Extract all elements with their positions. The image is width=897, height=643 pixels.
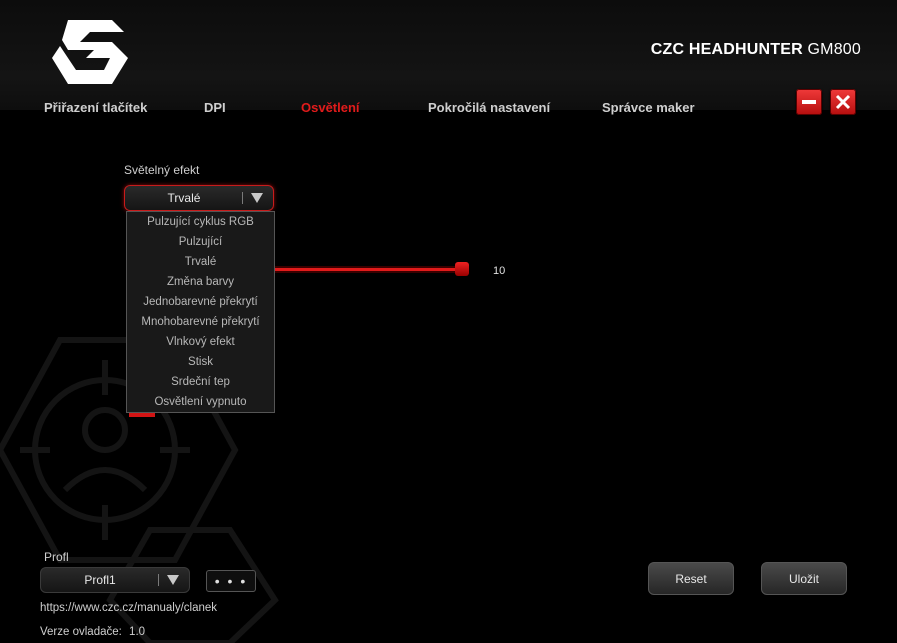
lighting-effect-select[interactable]: Trvalé bbox=[124, 185, 274, 211]
select-separator bbox=[158, 574, 159, 586]
brand-title: CZC HEADHUNTER GM800 bbox=[651, 41, 861, 59]
tab-dpi[interactable]: DPI bbox=[204, 100, 226, 115]
select-separator bbox=[242, 192, 243, 204]
brightness-slider-fill bbox=[272, 268, 457, 271]
chevron-down-icon bbox=[251, 193, 263, 203]
brand-name: CZC HEADHUNTER bbox=[650, 41, 803, 58]
dropdown-option[interactable]: Stisk bbox=[127, 352, 274, 372]
profile-select-value: Profl1 bbox=[84, 573, 116, 587]
driver-version: Verze ovladače: 1.0 bbox=[40, 626, 145, 638]
tab-lighting[interactable]: Osvětlení bbox=[301, 100, 360, 115]
lighting-effect-value: Trvalé bbox=[167, 191, 201, 205]
brightness-slider-handle[interactable] bbox=[455, 262, 469, 276]
driver-version-value: 1.0 bbox=[129, 626, 146, 638]
save-button[interactable]: Uložit bbox=[761, 562, 847, 595]
brightness-slider-track[interactable] bbox=[272, 266, 462, 273]
header-bar: CZC HEADHUNTER GM800 bbox=[0, 0, 897, 110]
dropdown-option[interactable]: Jednobarevné překrytí bbox=[127, 292, 274, 312]
reset-button[interactable]: Reset bbox=[648, 562, 734, 595]
dropdown-option[interactable]: Změna barvy bbox=[127, 272, 274, 292]
lighting-effect-dropdown-menu: Pulzující cyklus RGB Pulzující Trvalé Zm… bbox=[126, 211, 275, 413]
dropdown-option[interactable]: Osvětlení vypnuto bbox=[127, 392, 274, 412]
dropdown-option[interactable]: Pulzující bbox=[127, 232, 274, 252]
profile-select[interactable]: Profl1 bbox=[40, 567, 190, 593]
profile-label: Profl bbox=[44, 550, 69, 564]
manual-link[interactable]: https://www.czc.cz/manualy/clanek bbox=[40, 602, 217, 614]
dropdown-option[interactable]: Pulzující cyklus RGB bbox=[127, 212, 274, 232]
profile-more-button[interactable]: • • • bbox=[206, 570, 256, 592]
lighting-effect-label: Světelný efekt bbox=[124, 163, 200, 177]
dropdown-option[interactable]: Trvalé bbox=[127, 252, 274, 272]
close-button[interactable] bbox=[830, 89, 856, 115]
dropdown-option[interactable]: Mnohobarevné překrytí bbox=[127, 312, 274, 332]
tab-advanced-settings[interactable]: Pokročilá nastavení bbox=[428, 100, 550, 115]
driver-version-label: Verze ovladače: bbox=[40, 626, 122, 638]
dropdown-option[interactable]: Vlnkový efekt bbox=[127, 332, 274, 352]
tab-bar: Přiřazení tlačítek DPI Osvětlení Pokroči… bbox=[0, 100, 897, 120]
czc-logo-icon bbox=[52, 20, 128, 84]
tab-button-assignment[interactable]: Přiřazení tlačítek bbox=[44, 100, 147, 115]
tab-macro-manager[interactable]: Správce maker bbox=[602, 100, 695, 115]
brightness-slider-value: 10 bbox=[493, 265, 506, 277]
chevron-down-icon bbox=[167, 575, 179, 585]
brand-model: GM800 bbox=[807, 41, 861, 58]
dropdown-option[interactable]: Srdeční tep bbox=[127, 372, 274, 392]
minimize-button[interactable] bbox=[796, 89, 822, 115]
minimize-icon bbox=[802, 100, 816, 104]
close-icon bbox=[835, 94, 851, 110]
